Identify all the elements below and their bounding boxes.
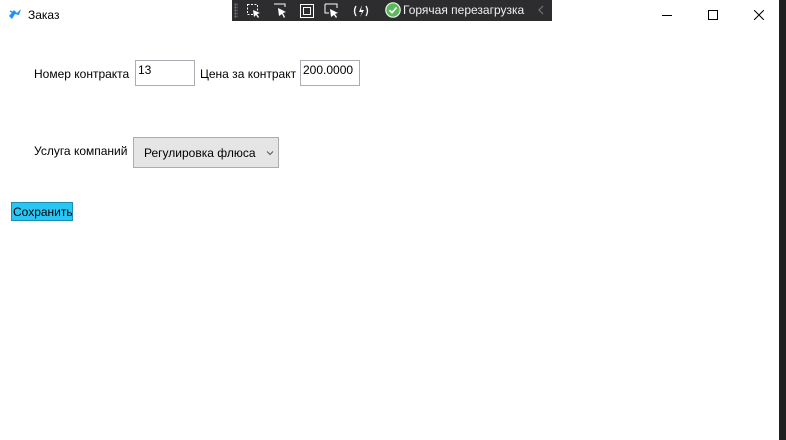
close-button[interactable] bbox=[736, 0, 782, 30]
minimize-icon bbox=[662, 15, 672, 16]
hot-reload-settings-button[interactable] bbox=[352, 2, 370, 19]
service-combobox[interactable]: Регулировка флюса bbox=[133, 137, 279, 168]
contract-number-label: Номер контракта bbox=[34, 67, 130, 81]
price-input[interactable]: 200.0000 bbox=[300, 60, 360, 86]
hot-reload-icon bbox=[353, 4, 369, 17]
select-element-button[interactable] bbox=[245, 2, 263, 19]
service-selected-value: Регулировка флюса bbox=[144, 146, 256, 160]
display-layout-adorners-icon bbox=[274, 3, 286, 18]
select-element-icon bbox=[247, 3, 260, 18]
contract-number-input[interactable]: 13 bbox=[135, 60, 195, 86]
hot-reload-status-label[interactable]: Горячая перезагрузка bbox=[403, 3, 524, 17]
xaml-debug-toolbar: Горячая перезагрузка bbox=[232, 0, 552, 21]
save-button[interactable]: Сохранить bbox=[11, 202, 73, 221]
check-circle-icon bbox=[385, 2, 401, 18]
maximize-icon bbox=[708, 10, 718, 20]
price-label: Цена за контракт bbox=[200, 67, 297, 81]
binding-failures-button[interactable] bbox=[323, 2, 341, 19]
window-title: Заказ bbox=[28, 8, 60, 22]
track-focused-element-icon bbox=[300, 3, 314, 18]
collapse-chevron-icon[interactable] bbox=[536, 3, 546, 17]
window-right-edge bbox=[779, 0, 786, 440]
service-label: Услуга компаний bbox=[34, 144, 128, 158]
app-bird-icon bbox=[9, 9, 21, 19]
binding-failures-icon bbox=[324, 3, 338, 18]
chevron-down-icon bbox=[266, 151, 274, 156]
close-icon bbox=[754, 10, 764, 20]
maximize-button[interactable] bbox=[690, 0, 736, 30]
display-layout-adorners-button[interactable] bbox=[272, 2, 290, 19]
track-focused-element-button[interactable] bbox=[298, 2, 316, 19]
toolbar-grip[interactable] bbox=[234, 3, 238, 18]
minimize-button[interactable] bbox=[644, 0, 690, 30]
